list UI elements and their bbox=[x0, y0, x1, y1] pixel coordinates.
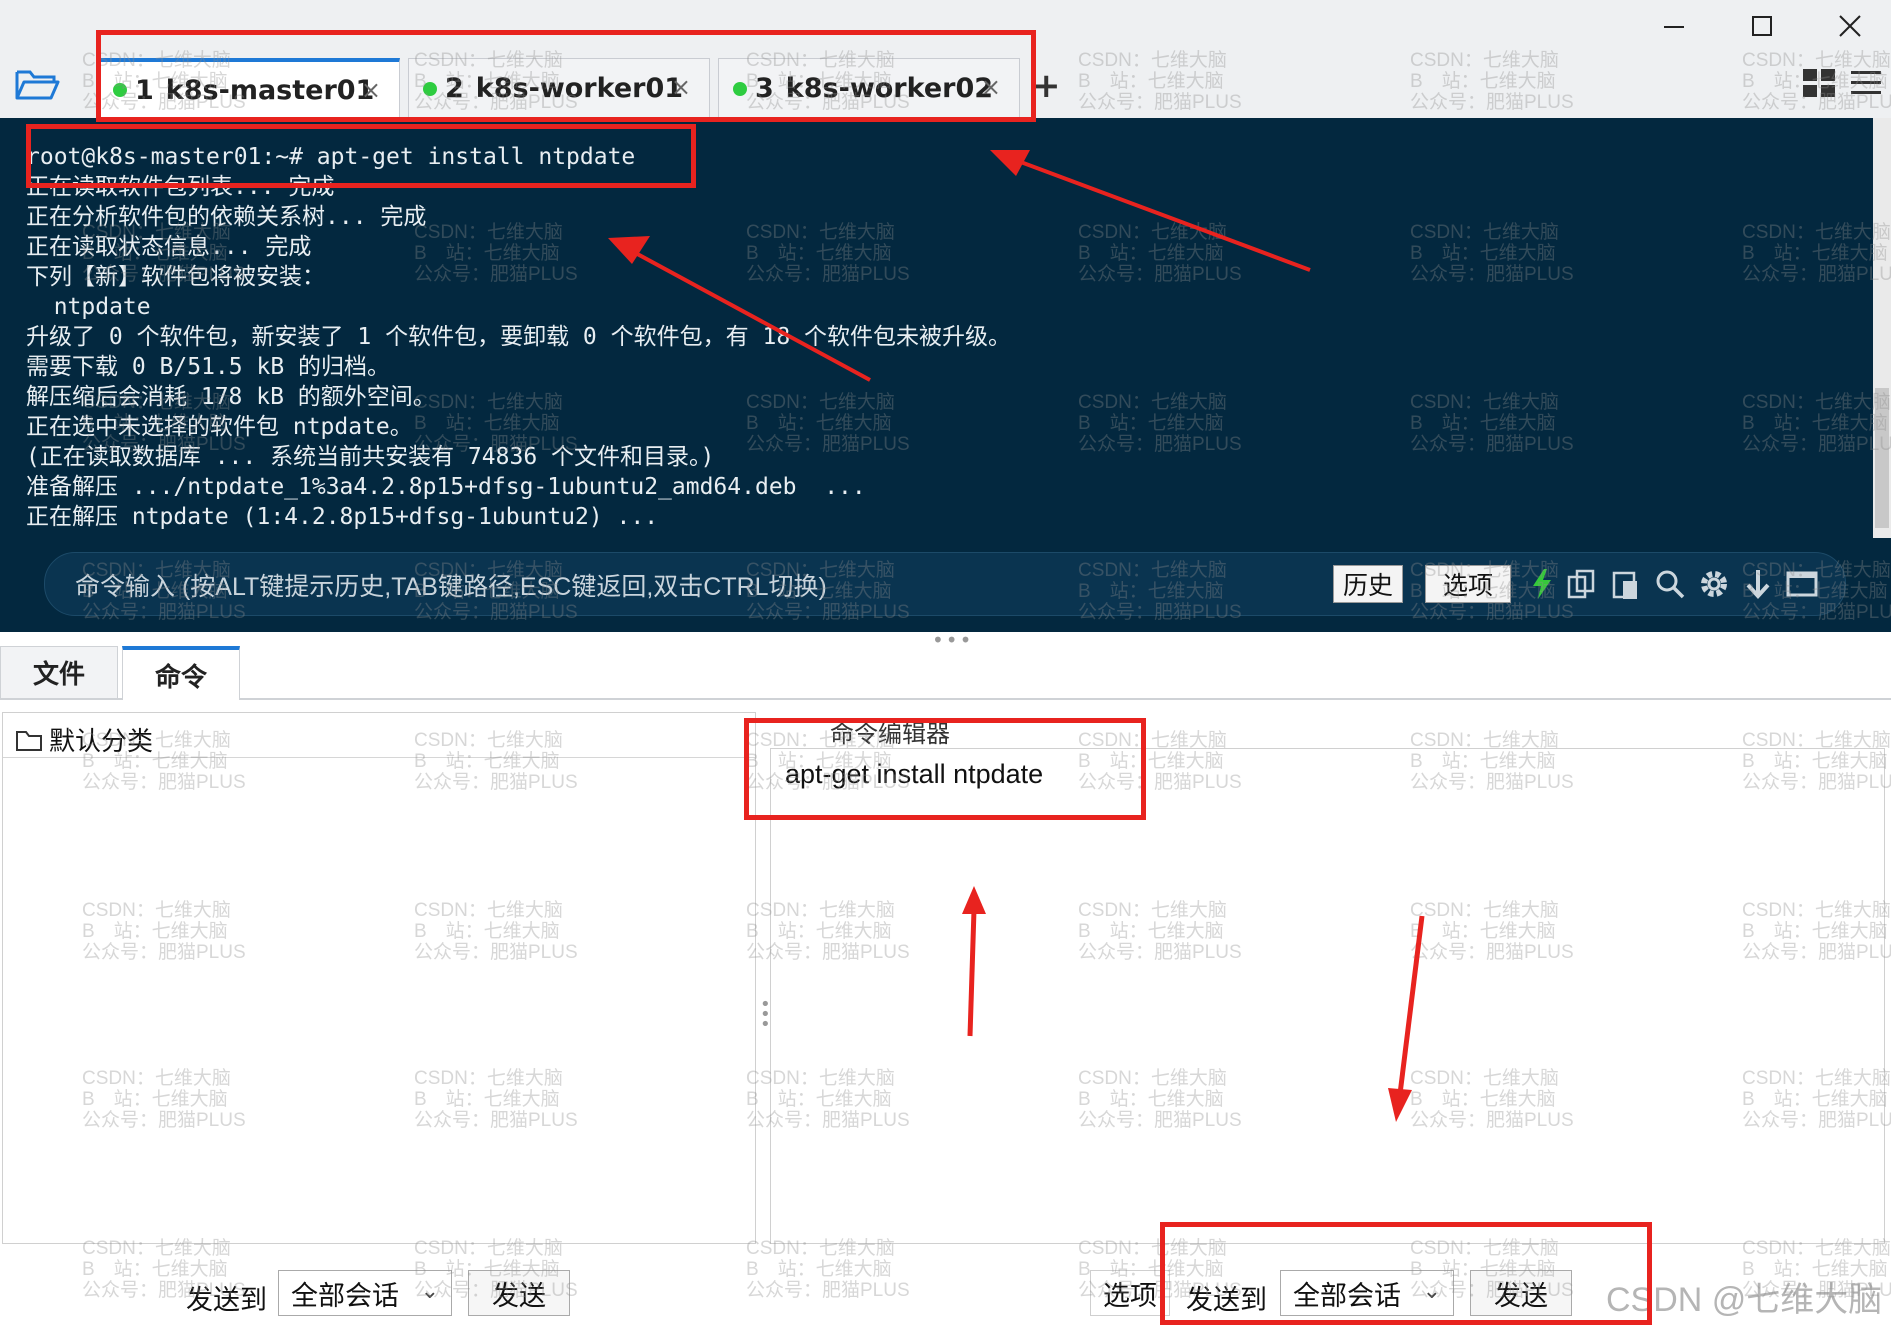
status-dot bbox=[113, 83, 127, 97]
tab-number: 3 bbox=[755, 73, 774, 104]
command-editor[interactable]: apt-get install ntpdate bbox=[770, 748, 1885, 1244]
gear-icon[interactable] bbox=[1697, 567, 1731, 601]
category-default[interactable]: 默认分类 bbox=[15, 721, 153, 758]
tab-k8s-worker02[interactable]: 3 k8s-worker02 × bbox=[718, 58, 1020, 118]
terminal-line: 正在读取状态信息... 完成 bbox=[26, 234, 312, 260]
folder-icon bbox=[16, 730, 42, 751]
folder-open-icon[interactable] bbox=[14, 64, 66, 110]
scrollbar-thumb[interactable] bbox=[1875, 388, 1889, 528]
watermark-text: CSDN：七维大脑 B 站：七维大脑 公众号：肥猫PLUS bbox=[746, 1238, 910, 1301]
editor-send-target-value: 全部会话 bbox=[1293, 1280, 1401, 1312]
add-tab-icon[interactable]: + bbox=[1032, 66, 1061, 106]
tab-label: k8s-worker02 bbox=[785, 73, 994, 104]
panel-tabs: 文件 命令 bbox=[0, 646, 1891, 700]
terminal-line: 需要下载 0 B/51.5 kB 的归档。 bbox=[26, 354, 391, 380]
send-button[interactable]: 发送 bbox=[468, 1270, 570, 1316]
editor-send-button[interactable]: 发送 bbox=[1470, 1270, 1572, 1316]
status-dot bbox=[423, 81, 437, 96]
editor-options-button[interactable]: 选项 bbox=[1090, 1270, 1170, 1316]
terminal-line: 正在读取软件包列表... 完成 bbox=[26, 174, 335, 200]
chevron-down-icon: ⌄ bbox=[1422, 1279, 1441, 1304]
tab-label: k8s-worker01 bbox=[475, 73, 684, 104]
minimize-icon[interactable] bbox=[1648, 8, 1700, 44]
status-dot bbox=[733, 81, 747, 96]
tab-close-icon[interactable]: × bbox=[361, 76, 381, 104]
tab-number: 2 bbox=[445, 73, 464, 104]
editor-send-target-select[interactable]: 全部会话 ⌄ bbox=[1280, 1270, 1454, 1316]
command-input-bar[interactable]: 命令输入 (按ALT键提示历史,TAB键路径,ESC键返回,双击CTRL切换) … bbox=[44, 552, 1846, 616]
paste-icon[interactable] bbox=[1609, 567, 1643, 601]
terminal[interactable]: root@k8s-master01:~# apt-get install ntp… bbox=[0, 118, 1891, 632]
history-button[interactable]: 历史 bbox=[1333, 565, 1403, 603]
terminal-scrollbar[interactable] bbox=[1873, 118, 1891, 538]
copy-icon[interactable] bbox=[1565, 567, 1599, 601]
terminal-line: 下列【新】软件包将被安装： bbox=[26, 264, 325, 290]
send-target-select[interactable]: 全部会话 ⌄ bbox=[278, 1270, 452, 1316]
send-to-label: 发送到 bbox=[186, 1285, 267, 1316]
options-button[interactable]: 选项 bbox=[1425, 565, 1511, 603]
terminal-line: 正在分析软件包的依赖关系树... 完成 bbox=[26, 204, 427, 230]
lightning-icon[interactable] bbox=[1525, 567, 1559, 601]
terminal-line: 正在解压 ntpdate (1:4.2.8p15+dfsg-1ubuntu2) … bbox=[26, 504, 659, 530]
send-target-value: 全部会话 bbox=[291, 1280, 399, 1312]
tab-commands[interactable]: 命令 bbox=[122, 646, 240, 700]
chevron-down-icon: ⌄ bbox=[420, 1279, 439, 1304]
editor-send-to-label: 发送到 bbox=[1186, 1285, 1267, 1316]
tab-k8s-master01[interactable]: 1 k8s-master01 × bbox=[98, 58, 400, 118]
terminal-line: ntpdate bbox=[26, 294, 151, 320]
command-editor-text[interactable]: apt-get install ntpdate bbox=[785, 759, 1043, 790]
window-icon[interactable] bbox=[1785, 567, 1819, 601]
search-icon[interactable] bbox=[1653, 567, 1687, 601]
tab-k8s-worker01[interactable]: 2 k8s-worker01 × bbox=[408, 58, 710, 118]
terminal-line: 准备解压 .../ntpdate_1%3a4.2.8p15+dfsg-1ubun… bbox=[26, 474, 866, 500]
maximize-icon[interactable] bbox=[1736, 8, 1788, 44]
tab-number: 1 bbox=[135, 74, 154, 106]
terminal-line: 升级了 0 个软件包，新安装了 1 个软件包，要卸载 0 个软件包，有 18 个… bbox=[26, 324, 1012, 350]
terminal-output: root@k8s-master01:~# apt-get install ntp… bbox=[26, 142, 1011, 532]
menu-icon[interactable] bbox=[1850, 68, 1882, 98]
command-category-pane: 默认分类 bbox=[2, 712, 756, 1244]
title-bar: 1 k8s-master01 × 2 k8s-worker01 × 3 k8s-… bbox=[0, 0, 1891, 118]
tab-close-icon[interactable]: × bbox=[981, 73, 1001, 101]
terminal-line: 解压缩后会消耗 178 kB 的额外空间。 bbox=[26, 384, 436, 410]
divider bbox=[3, 757, 755, 758]
footer-watermark: CSDN @七维大脑 bbox=[1606, 1281, 1883, 1319]
editor-title: 命令编辑器 bbox=[830, 720, 950, 748]
command-input[interactable]: 命令输入 (按ALT键提示历史,TAB键路径,ESC键返回,双击CTRL切换) bbox=[75, 567, 827, 603]
tab-close-icon[interactable]: × bbox=[671, 73, 691, 101]
grid-layout-icon[interactable] bbox=[1802, 68, 1836, 98]
download-arrow-icon[interactable] bbox=[1741, 567, 1775, 601]
terminal-line: root@k8s-master01:~# apt-get install ntp… bbox=[26, 144, 636, 170]
terminal-line: 正在选中未选择的软件包 ntpdate。 bbox=[26, 414, 413, 440]
tab-files[interactable]: 文件 bbox=[0, 646, 118, 698]
category-label: 默认分类 bbox=[49, 727, 154, 757]
terminal-line: (正在读取数据库 ... 系统当前共安装有 74836 个文件和目录。) bbox=[26, 444, 715, 470]
tab-label: k8s-master01 bbox=[165, 74, 375, 106]
close-icon[interactable] bbox=[1824, 8, 1876, 44]
